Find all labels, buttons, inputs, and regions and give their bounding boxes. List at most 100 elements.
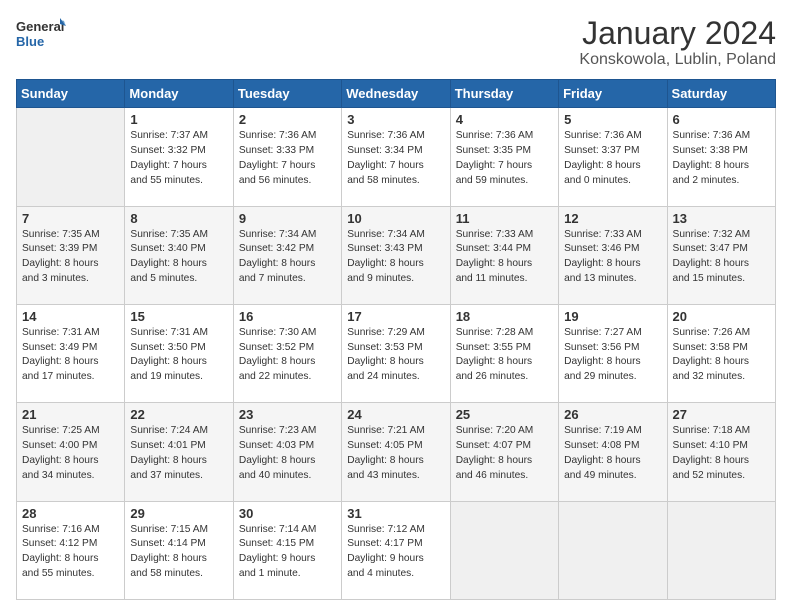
- sunrise-text: Sunrise: 7:19 AM: [564, 424, 661, 439]
- daylight-text: Daylight: 7 hours: [239, 159, 336, 174]
- cell-info: Sunrise: 7:36 AM Sunset: 3:38 PM Dayligh…: [673, 129, 770, 188]
- cell-info: Sunrise: 7:36 AM Sunset: 3:37 PM Dayligh…: [564, 129, 661, 188]
- table-row: 13 Sunrise: 7:32 AM Sunset: 3:47 PM Dayl…: [667, 206, 775, 304]
- day-number: 13: [673, 211, 770, 226]
- table-row: 24 Sunrise: 7:21 AM Sunset: 4:05 PM Dayl…: [342, 403, 450, 501]
- daylight-minutes: and 32 minutes.: [673, 370, 770, 385]
- sunrise-text: Sunrise: 7:24 AM: [130, 424, 227, 439]
- cell-info: Sunrise: 7:33 AM Sunset: 3:46 PM Dayligh…: [564, 228, 661, 287]
- cell-info: Sunrise: 7:30 AM Sunset: 3:52 PM Dayligh…: [239, 326, 336, 385]
- daylight-text: Daylight: 8 hours: [456, 355, 553, 370]
- daylight-text: Daylight: 8 hours: [22, 355, 119, 370]
- sunset-text: Sunset: 3:56 PM: [564, 341, 661, 356]
- table-row: 8 Sunrise: 7:35 AM Sunset: 3:40 PM Dayli…: [125, 206, 233, 304]
- day-number: 1: [130, 112, 227, 127]
- daylight-minutes: and 19 minutes.: [130, 370, 227, 385]
- sunrise-text: Sunrise: 7:26 AM: [673, 326, 770, 341]
- table-row: 10 Sunrise: 7:34 AM Sunset: 3:43 PM Dayl…: [342, 206, 450, 304]
- cell-info: Sunrise: 7:19 AM Sunset: 4:08 PM Dayligh…: [564, 424, 661, 483]
- table-row: 19 Sunrise: 7:27 AM Sunset: 3:56 PM Dayl…: [559, 304, 667, 402]
- daylight-text: Daylight: 8 hours: [347, 355, 444, 370]
- page: General Blue January 2024 Konskowola, Lu…: [0, 0, 792, 612]
- logo-svg: General Blue: [16, 16, 66, 52]
- daylight-minutes: and 3 minutes.: [22, 272, 119, 287]
- daylight-minutes: and 7 minutes.: [239, 272, 336, 287]
- table-row: 5 Sunrise: 7:36 AM Sunset: 3:37 PM Dayli…: [559, 108, 667, 206]
- sunrise-text: Sunrise: 7:36 AM: [456, 129, 553, 144]
- cell-info: Sunrise: 7:23 AM Sunset: 4:03 PM Dayligh…: [239, 424, 336, 483]
- sunrise-text: Sunrise: 7:21 AM: [347, 424, 444, 439]
- daylight-minutes: and 49 minutes.: [564, 469, 661, 484]
- sunset-text: Sunset: 4:01 PM: [130, 439, 227, 454]
- daylight-minutes: and 5 minutes.: [130, 272, 227, 287]
- sunset-text: Sunset: 3:38 PM: [673, 144, 770, 159]
- cell-info: Sunrise: 7:33 AM Sunset: 3:44 PM Dayligh…: [456, 228, 553, 287]
- daylight-minutes: and 11 minutes.: [456, 272, 553, 287]
- sunrise-text: Sunrise: 7:35 AM: [22, 228, 119, 243]
- daylight-text: Daylight: 8 hours: [239, 257, 336, 272]
- sunset-text: Sunset: 4:12 PM: [22, 537, 119, 552]
- daylight-minutes: and 0 minutes.: [564, 174, 661, 189]
- sunset-text: Sunset: 3:35 PM: [456, 144, 553, 159]
- sunrise-text: Sunrise: 7:30 AM: [239, 326, 336, 341]
- cell-info: Sunrise: 7:25 AM Sunset: 4:00 PM Dayligh…: [22, 424, 119, 483]
- daylight-minutes: and 58 minutes.: [130, 567, 227, 582]
- day-number: 24: [347, 407, 444, 422]
- cell-info: Sunrise: 7:27 AM Sunset: 3:56 PM Dayligh…: [564, 326, 661, 385]
- sunrise-text: Sunrise: 7:27 AM: [564, 326, 661, 341]
- daylight-text: Daylight: 8 hours: [130, 552, 227, 567]
- table-row: 21 Sunrise: 7:25 AM Sunset: 4:00 PM Dayl…: [17, 403, 125, 501]
- table-row: 30 Sunrise: 7:14 AM Sunset: 4:15 PM Dayl…: [233, 501, 341, 599]
- daylight-minutes: and 46 minutes.: [456, 469, 553, 484]
- cell-info: Sunrise: 7:32 AM Sunset: 3:47 PM Dayligh…: [673, 228, 770, 287]
- calendar-week-row: 1 Sunrise: 7:37 AM Sunset: 3:32 PM Dayli…: [17, 108, 776, 206]
- table-row: 15 Sunrise: 7:31 AM Sunset: 3:50 PM Dayl…: [125, 304, 233, 402]
- cell-info: Sunrise: 7:31 AM Sunset: 3:50 PM Dayligh…: [130, 326, 227, 385]
- table-row: 12 Sunrise: 7:33 AM Sunset: 3:46 PM Dayl…: [559, 206, 667, 304]
- cell-info: Sunrise: 7:12 AM Sunset: 4:17 PM Dayligh…: [347, 523, 444, 582]
- cell-info: Sunrise: 7:29 AM Sunset: 3:53 PM Dayligh…: [347, 326, 444, 385]
- table-row: 29 Sunrise: 7:15 AM Sunset: 4:14 PM Dayl…: [125, 501, 233, 599]
- sunrise-text: Sunrise: 7:36 AM: [347, 129, 444, 144]
- daylight-text: Daylight: 8 hours: [564, 257, 661, 272]
- header-friday: Friday: [559, 80, 667, 108]
- table-row: 25 Sunrise: 7:20 AM Sunset: 4:07 PM Dayl…: [450, 403, 558, 501]
- daylight-minutes: and 4 minutes.: [347, 567, 444, 582]
- sunset-text: Sunset: 4:07 PM: [456, 439, 553, 454]
- day-number: 8: [130, 211, 227, 226]
- daylight-minutes: and 13 minutes.: [564, 272, 661, 287]
- daylight-minutes: and 1 minute.: [239, 567, 336, 582]
- table-row: [667, 501, 775, 599]
- sunrise-text: Sunrise: 7:37 AM: [130, 129, 227, 144]
- day-number: 27: [673, 407, 770, 422]
- sunset-text: Sunset: 3:50 PM: [130, 341, 227, 356]
- cell-info: Sunrise: 7:37 AM Sunset: 3:32 PM Dayligh…: [130, 129, 227, 188]
- day-number: 6: [673, 112, 770, 127]
- daylight-text: Daylight: 8 hours: [564, 159, 661, 174]
- day-number: 4: [456, 112, 553, 127]
- daylight-minutes: and 55 minutes.: [130, 174, 227, 189]
- daylight-minutes: and 55 minutes.: [22, 567, 119, 582]
- sunset-text: Sunset: 3:42 PM: [239, 242, 336, 257]
- day-number: 5: [564, 112, 661, 127]
- table-row: 18 Sunrise: 7:28 AM Sunset: 3:55 PM Dayl…: [450, 304, 558, 402]
- daylight-text: Daylight: 8 hours: [22, 552, 119, 567]
- header: General Blue January 2024 Konskowola, Lu…: [16, 16, 776, 69]
- cell-info: Sunrise: 7:14 AM Sunset: 4:15 PM Dayligh…: [239, 523, 336, 582]
- page-subtitle: Konskowola, Lublin, Poland: [579, 51, 776, 69]
- sunrise-text: Sunrise: 7:36 AM: [673, 129, 770, 144]
- daylight-text: Daylight: 8 hours: [22, 257, 119, 272]
- daylight-text: Daylight: 8 hours: [130, 355, 227, 370]
- table-row: 7 Sunrise: 7:35 AM Sunset: 3:39 PM Dayli…: [17, 206, 125, 304]
- header-sunday: Sunday: [17, 80, 125, 108]
- sunrise-text: Sunrise: 7:34 AM: [239, 228, 336, 243]
- sunset-text: Sunset: 3:52 PM: [239, 341, 336, 356]
- sunrise-text: Sunrise: 7:31 AM: [130, 326, 227, 341]
- day-number: 31: [347, 506, 444, 521]
- cell-info: Sunrise: 7:34 AM Sunset: 3:42 PM Dayligh…: [239, 228, 336, 287]
- daylight-minutes: and 58 minutes.: [347, 174, 444, 189]
- day-number: 22: [130, 407, 227, 422]
- day-number: 19: [564, 309, 661, 324]
- day-number: 14: [22, 309, 119, 324]
- day-number: 2: [239, 112, 336, 127]
